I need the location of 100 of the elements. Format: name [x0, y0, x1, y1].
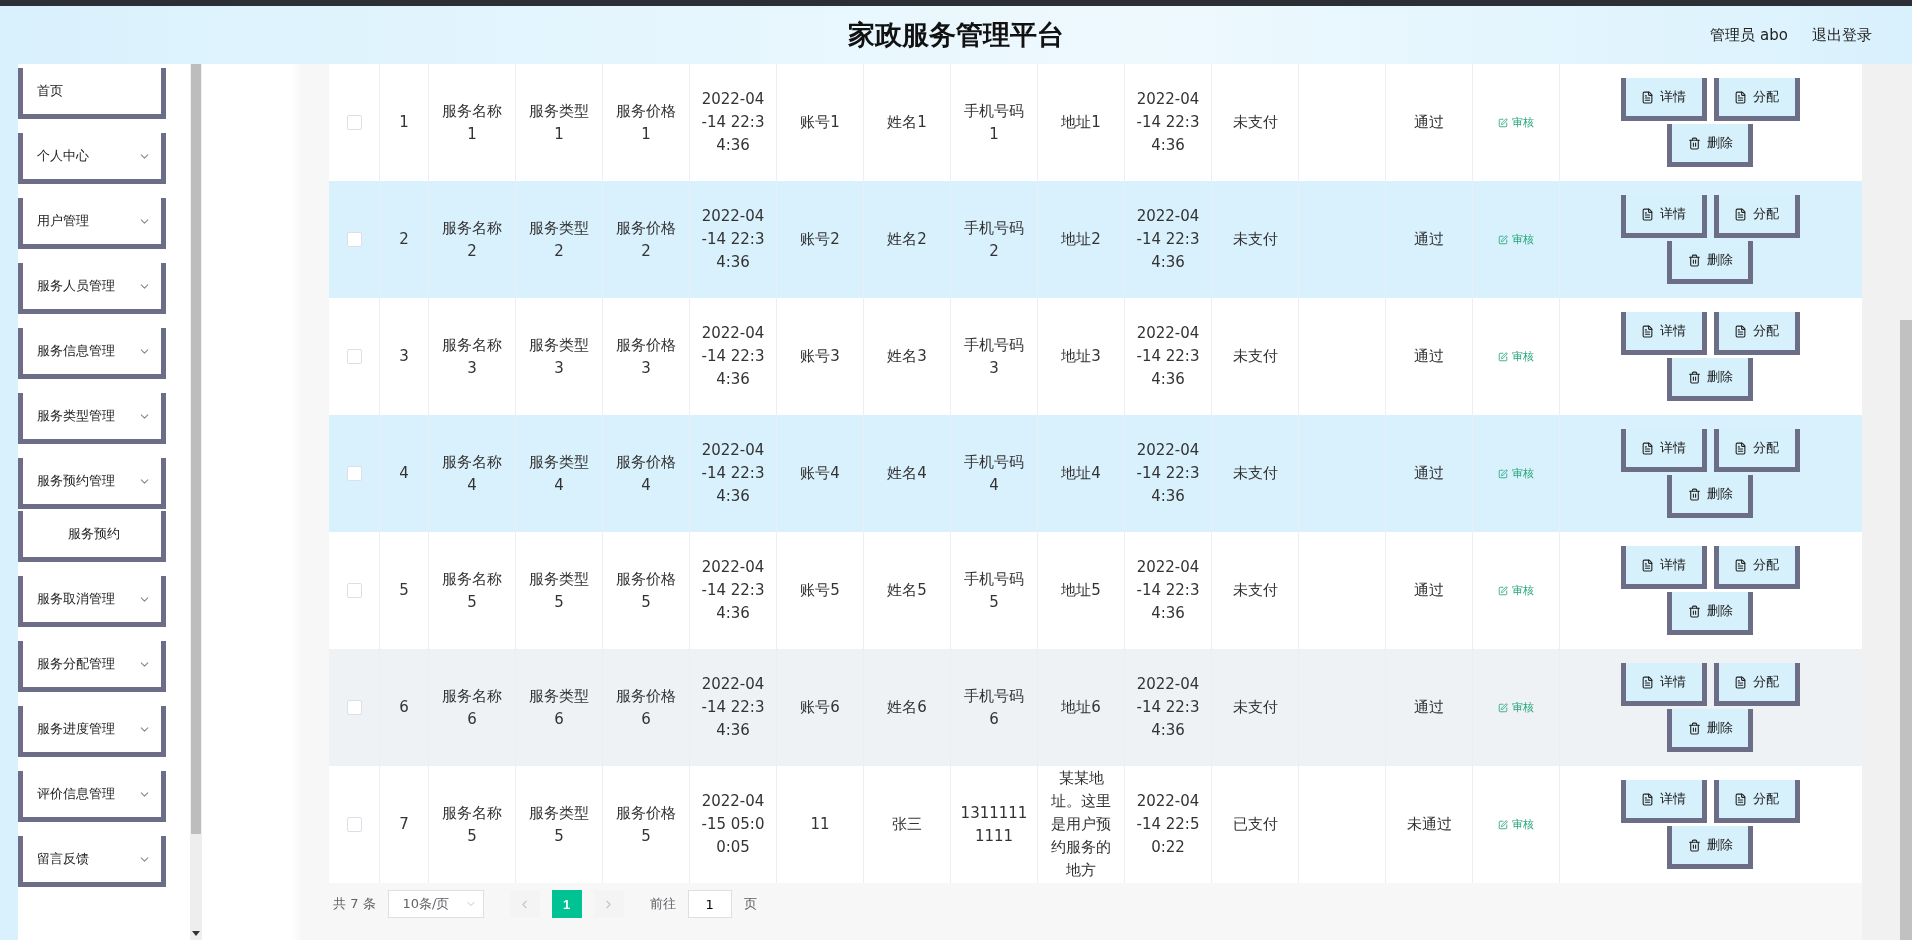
action-button[interactable]: 分配: [1713, 780, 1800, 823]
document-icon: [1641, 792, 1654, 806]
action-button[interactable]: 删除: [1667, 709, 1753, 752]
table-cell-text: 2022-04-14 22:34:36: [700, 89, 766, 156]
sidebar-item[interactable]: 服务人员管理: [18, 263, 166, 314]
sidebar-item[interactable]: 首页: [18, 68, 166, 119]
row-checkbox[interactable]: [346, 466, 362, 481]
action-button[interactable]: 删除: [1667, 241, 1753, 284]
row-checkbox[interactable]: [346, 115, 362, 130]
sidebar-item[interactable]: 服务类型管理: [18, 393, 166, 444]
scrollbar[interactable]: [190, 64, 202, 940]
page-input[interactable]: 1: [687, 890, 732, 918]
row-checkbox[interactable]: [346, 349, 362, 364]
action-button[interactable]: 分配: [1713, 312, 1800, 355]
table-cell-text: 服务名称4: [441, 451, 503, 496]
row-checkbox[interactable]: [346, 700, 362, 715]
table-cell-text: 服务名称2: [441, 217, 503, 262]
table-cell-text: 服务价格6: [615, 685, 677, 730]
action-button[interactable]: 删除: [1667, 592, 1753, 635]
sidebar-item[interactable]: 个人中心: [18, 133, 166, 184]
table-cell-text: 服务价格5: [615, 802, 677, 847]
action-button[interactable]: 详情: [1620, 312, 1707, 355]
trash-icon: [1687, 370, 1701, 384]
sidebar-item[interactable]: 服务预约管理: [18, 458, 166, 509]
sidebar-item[interactable]: 用户管理: [18, 198, 166, 249]
table-cell-text: 3: [399, 346, 409, 367]
document-icon: [1734, 324, 1747, 338]
table-cell-text: 手机号码3: [963, 334, 1025, 379]
scrollbar[interactable]: [1862, 64, 1912, 940]
action-button[interactable]: 详情: [1620, 429, 1707, 472]
table-cell-text: 2: [399, 229, 409, 250]
sidebar-item[interactable]: 评价信息管理: [18, 771, 166, 822]
table-cell-text: 2022-04-14 22:34:36: [700, 440, 766, 507]
trash-icon: [1687, 253, 1701, 267]
action-button[interactable]: 分配: [1713, 546, 1800, 589]
table-cell-text: 服务价格2: [615, 217, 677, 262]
page-unit: 页: [743, 895, 757, 913]
table-cell-text: 服务类型2: [528, 217, 590, 262]
table-cell-text: 2022-04-14 22:50:22: [1135, 791, 1201, 858]
action-button[interactable]: 分配: [1713, 195, 1800, 238]
edit-icon: [1498, 819, 1508, 830]
table-cell-text: 服务名称1: [441, 100, 503, 145]
action-button[interactable]: 详情: [1620, 780, 1707, 823]
table-cell-text: 姓名3: [887, 346, 927, 367]
table-cell-text: 服务类型4: [528, 451, 590, 496]
action-button[interactable]: 删除: [1667, 124, 1753, 167]
table-cell-text: 2022-04-14 22:34:36: [1135, 557, 1201, 624]
table-cell-text: 4: [399, 463, 409, 484]
table-cell-text: 服务价格3: [615, 334, 677, 379]
row-checkbox[interactable]: [346, 583, 362, 598]
trash-icon: [1687, 604, 1701, 618]
action-button[interactable]: 分配: [1713, 663, 1800, 706]
status-cell-text: 通过: [1414, 346, 1444, 367]
action-button[interactable]: 分配: [1713, 78, 1800, 121]
table-cell-text: 5: [399, 580, 409, 601]
status-cell-text: 通过: [1414, 229, 1444, 250]
table-cell-text: 7: [399, 814, 409, 835]
sidebar-item[interactable]: 服务信息管理: [18, 328, 166, 379]
table-cell-text: 13111111111: [960, 802, 1028, 847]
action-button[interactable]: 详情: [1620, 663, 1707, 706]
page-size-select[interactable]: 10条/页: [387, 890, 484, 918]
action-button[interactable]: 详情: [1620, 546, 1707, 589]
document-icon: [1734, 792, 1747, 806]
table-cell-text: 姓名2: [887, 229, 927, 250]
action-button[interactable]: 详情: [1620, 195, 1707, 238]
action-button[interactable]: 删除: [1667, 475, 1753, 518]
sidebar-subitem[interactable]: 服务预约: [18, 511, 166, 562]
table-cell-text: 手机号码2: [963, 217, 1025, 262]
sidebar-item[interactable]: 服务进度管理: [18, 706, 166, 757]
action-button[interactable]: 分配: [1713, 429, 1800, 472]
row-checkbox[interactable]: [346, 817, 362, 832]
status-cell-text: 未通过: [1406, 814, 1452, 835]
row-checkbox[interactable]: [346, 232, 362, 247]
action-button[interactable]: 删除: [1667, 358, 1753, 401]
table-cell-text: 服务价格5: [615, 568, 677, 613]
table-cell-text: 账号2: [800, 229, 840, 250]
edit-icon: [1498, 351, 1508, 362]
table-cell-text: 未支付: [1232, 463, 1278, 484]
action-button[interactable]: 详情: [1620, 78, 1707, 121]
table-cell-text: 2022-04-14 22:34:36: [700, 674, 766, 741]
sidebar-item[interactable]: 留言反馈: [18, 836, 166, 887]
logout-link[interactable]: 退出登录: [1812, 25, 1872, 45]
edit-icon: [1498, 117, 1508, 128]
document-icon: [1734, 207, 1747, 221]
sidebar-item[interactable]: 服务分配管理: [18, 641, 166, 692]
table-cell-text: 手机号码4: [963, 451, 1025, 496]
table-cell-text: 某某地址。这里是用户预约服务的地方: [1050, 768, 1112, 881]
table-cell-text: 2022-04-14 22:34:36: [1135, 89, 1201, 156]
table-cell-text: 账号6: [800, 697, 840, 718]
table-cell-text: 服务名称5: [441, 802, 503, 847]
app-title: 家政服务管理平台: [848, 18, 1064, 52]
document-icon: [1641, 675, 1654, 689]
action-button[interactable]: 删除: [1667, 826, 1753, 869]
table-cell-text: 6: [399, 697, 409, 718]
user-name: 管理员 abo: [1710, 25, 1788, 45]
sidebar-item[interactable]: 服务取消管理: [18, 576, 166, 627]
document-icon: [1641, 90, 1654, 104]
table-cell-text: 姓名1: [887, 112, 927, 133]
table-cell-text: 2022-04-14 22:34:36: [700, 323, 766, 390]
total-count: 共 7 条: [333, 895, 376, 913]
